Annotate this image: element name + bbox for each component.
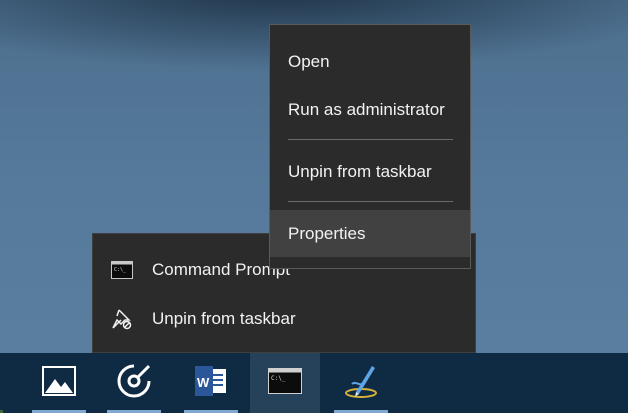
unpin-icon xyxy=(110,307,134,331)
menu-separator xyxy=(288,201,453,202)
taskbar: W C:\_ xyxy=(0,353,628,413)
command-prompt-icon: C:\_ xyxy=(268,367,302,399)
context-menu: Open Run as administrator Unpin from tas… xyxy=(269,24,471,269)
menu-item-run-as-administrator[interactable]: Run as administrator xyxy=(270,88,470,132)
pen-icon xyxy=(342,362,380,405)
word-icon: W xyxy=(194,365,228,402)
taskbar-app-groove-music[interactable] xyxy=(103,353,165,413)
jump-list-item-label: Unpin from taskbar xyxy=(152,309,296,328)
menu-item-label: Unpin from taskbar xyxy=(288,162,432,181)
taskbar-app-photos[interactable] xyxy=(28,353,90,413)
taskbar-app-word[interactable]: W xyxy=(180,353,242,413)
taskbar-app-command-prompt[interactable]: C:\_ xyxy=(250,353,320,413)
menu-item-open[interactable]: Open xyxy=(270,40,470,84)
groove-music-icon xyxy=(116,363,152,404)
svg-text:W: W xyxy=(197,375,210,390)
menu-separator xyxy=(288,139,453,140)
taskbar-app-editor[interactable] xyxy=(330,353,392,413)
jump-list-item-unpin[interactable]: Unpin from taskbar xyxy=(93,299,475,339)
svg-text:C:\_: C:\_ xyxy=(114,267,127,273)
menu-item-properties[interactable]: Properties xyxy=(270,210,470,257)
command-prompt-icon: C:\_ xyxy=(110,258,134,282)
svg-text:C:\_: C:\_ xyxy=(271,375,286,382)
menu-item-label: Run as administrator xyxy=(288,100,445,119)
menu-item-unpin-from-taskbar[interactable]: Unpin from taskbar xyxy=(270,150,470,194)
menu-item-label: Properties xyxy=(288,223,366,243)
photos-icon xyxy=(42,365,76,401)
menu-item-label: Open xyxy=(288,52,330,71)
